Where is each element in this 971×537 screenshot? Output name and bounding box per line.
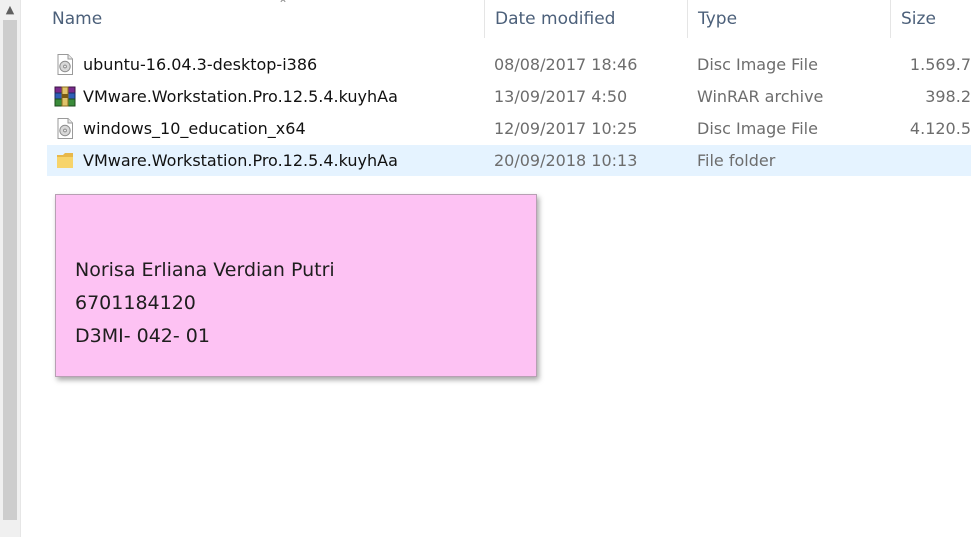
column-header-date-modified[interactable]: Date modified (484, 0, 687, 38)
file-row[interactable]: ubuntu-16.04.3-desktop-i386 08/08/2017 1… (47, 49, 971, 80)
file-date-modified: 08/08/2017 18:46 (494, 55, 638, 74)
winrar-archive-icon (54, 86, 76, 107)
file-type: Disc Image File (697, 119, 818, 138)
file-name[interactable]: VMware.Workstation.Pro.12.5.4.kuyhAa (83, 81, 483, 112)
column-header-type[interactable]: Type (687, 0, 890, 38)
disc-image-icon (57, 118, 73, 139)
file-type: Disc Image File (697, 55, 818, 74)
sort-ascending-icon: ⌃ (278, 0, 289, 11)
column-header-name[interactable]: Name (41, 0, 486, 38)
file-row[interactable]: VMware.Workstation.Pro.12.5.4.kuyhAa 13/… (47, 81, 971, 112)
file-date-modified: 20/09/2018 10:13 (494, 151, 638, 170)
sticky-note: Norisa Erliana Verdian Putri 6701184120 … (55, 194, 537, 377)
file-row[interactable]: windows_10_education_x64 12/09/2017 10:2… (47, 113, 971, 144)
disc-image-icon (57, 54, 73, 75)
file-size: 398.2 (925, 87, 971, 106)
file-name[interactable]: VMware.Workstation.Pro.12.5.4.kuyhAa (83, 145, 483, 176)
scroll-thumb[interactable] (3, 20, 17, 520)
file-date-modified: 13/09/2017 4:50 (494, 87, 628, 106)
file-name[interactable]: ubuntu-16.04.3-desktop-i386 (83, 49, 483, 80)
vertical-scrollbar[interactable]: ▲ (0, 0, 21, 537)
column-header-size[interactable]: Size (890, 0, 971, 38)
file-type: WinRAR archive (697, 87, 824, 106)
folder-icon (57, 153, 73, 168)
file-size: 4.120.5 (909, 119, 971, 138)
column-header: Name ⌃ Date modified Type Size (21, 0, 971, 38)
file-type: File folder (697, 151, 776, 170)
file-date-modified: 12/09/2017 10:25 (494, 119, 638, 138)
note-student-id: 6701184120 (75, 292, 196, 314)
file-size (887, 145, 971, 176)
file-name[interactable]: windows_10_education_x64 (83, 113, 483, 144)
file-size: 1.569.7 (909, 55, 971, 74)
file-row-selected[interactable]: VMware.Workstation.Pro.12.5.4.kuyhAa 20/… (47, 145, 971, 176)
note-student-name: Norisa Erliana Verdian Putri (75, 259, 335, 281)
note-class-code: D3MI- 042- 01 (75, 325, 210, 347)
scroll-up-arrow-icon[interactable]: ▲ (2, 2, 18, 18)
